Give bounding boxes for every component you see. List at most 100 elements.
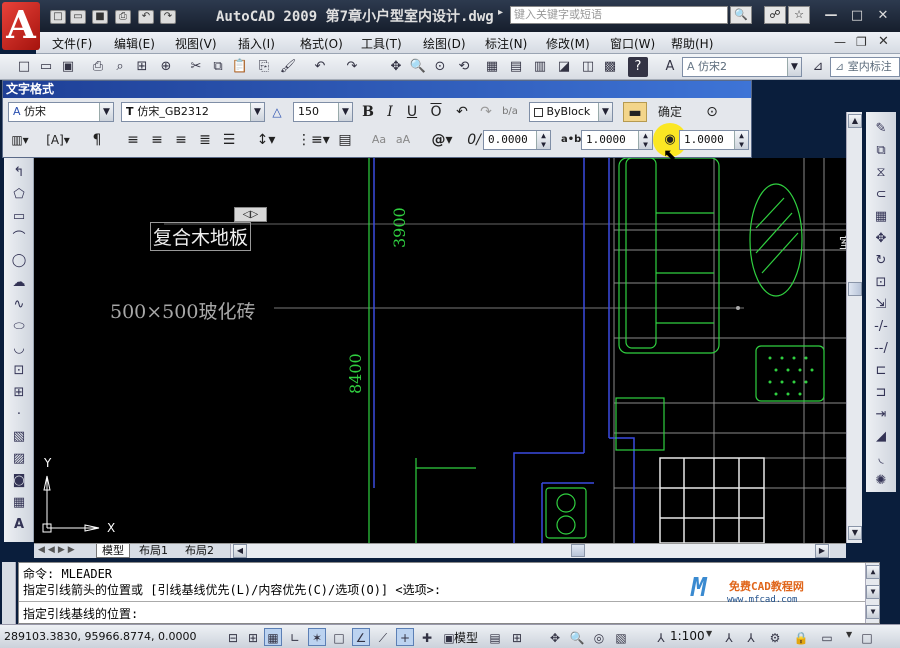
uppercase-icon[interactable]: Aa [369, 130, 389, 150]
ellipse-icon[interactable]: ⬭ [9, 318, 29, 336]
maximize-button[interactable]: □ [848, 8, 866, 24]
hatch-icon[interactable]: ▧ [9, 428, 29, 446]
text-style-icon[interactable]: A [660, 57, 680, 77]
underline-button[interactable]: U [403, 102, 421, 122]
coordinate-readout[interactable]: 289103.3830, 95966.8774, 0.0000 [4, 630, 196, 643]
align-left-icon[interactable]: ≡ [123, 130, 143, 150]
open-file-icon[interactable]: ▭ [36, 57, 56, 77]
new-icon[interactable]: □ [50, 10, 66, 24]
redo-icon[interactable]: ↷ [160, 10, 176, 24]
tab-nav-arrows-icon[interactable]: ◀◀▶▶ [38, 545, 78, 555]
scroll-down-arrow-icon[interactable]: ▼ [848, 526, 862, 540]
dim-style-icon[interactable]: ⊿ [808, 57, 828, 77]
make-block-icon[interactable]: ⊞ [9, 384, 29, 402]
scroll-left-arrow-icon[interactable]: ◀ [233, 544, 247, 558]
menu-window[interactable]: 窗口(W) [610, 35, 655, 52]
vertical-scrollbar[interactable]: ▲ ▼ [846, 112, 862, 543]
overline-button[interactable]: O [427, 102, 445, 122]
polyline-icon[interactable]: ↰ [9, 164, 29, 182]
insert-field-icon[interactable]: ▤ [335, 130, 355, 150]
menu-edit[interactable]: 编辑(E) [114, 35, 155, 52]
model-space-toggle[interactable]: 模型 [454, 629, 478, 646]
pan-icon[interactable]: ✥ [386, 57, 406, 77]
clean-screen-icon[interactable]: □ [858, 628, 876, 646]
match-properties-icon[interactable]: 🖌 [278, 57, 298, 77]
expand-arrow-icon[interactable]: ▸ [498, 7, 503, 18]
dyn-icon[interactable]: + [396, 628, 414, 646]
drawing-canvas[interactable]: ◁▷ 复合木地板 500×500玻化砖 3900 8400 Y X 室 [34, 158, 846, 543]
favorites-icon[interactable]: ☆ [788, 6, 810, 24]
break-icon[interactable]: ⊐ [871, 384, 891, 402]
ducs-icon[interactable]: ⟋ [374, 628, 392, 646]
workspace-icon[interactable]: ⚙ [766, 628, 784, 646]
redo-text-icon[interactable]: ↷ [477, 102, 495, 122]
undo-icon[interactable]: ↶ [310, 57, 330, 77]
rectangle-icon[interactable]: ▭ [9, 208, 29, 226]
symbol-icon[interactable]: @▾ [429, 130, 455, 150]
horizontal-scrollbar[interactable]: ◀ ▶ [230, 544, 830, 558]
trim-icon[interactable]: -/- [871, 318, 891, 336]
annotation-scale-value[interactable]: 1:100 [670, 629, 705, 643]
lowercase-icon[interactable]: aA [393, 130, 413, 150]
showmotion-icon[interactable]: ▧ [612, 628, 630, 646]
break-at-point-icon[interactable]: ⊏ [871, 362, 891, 380]
move-icon[interactable]: ✥ [871, 230, 891, 248]
paste-icon[interactable]: 📋 [230, 57, 250, 77]
command-scrollbar[interactable]: ▲ ▼ ▼ [865, 563, 880, 623]
calculator-icon[interactable]: ▩ [600, 57, 620, 77]
menu-tools[interactable]: 工具(T) [361, 35, 402, 52]
dim-style-select[interactable]: ⊿ 室内标注 [830, 57, 900, 77]
menu-draw[interactable]: 绘图(D) [423, 35, 466, 52]
zoom-window-icon[interactable]: ⊙ [430, 57, 450, 77]
tab-layout2[interactable]: 布局2 [180, 544, 219, 558]
lineweight-icon[interactable]: ✚ [418, 628, 436, 646]
minimize-button[interactable]: — [822, 8, 840, 24]
vertical-scroll-thumb[interactable] [848, 282, 862, 296]
scroll-up-arrow-icon[interactable]: ▲ [848, 114, 862, 128]
markup-icon[interactable]: ◫ [578, 57, 598, 77]
grid-icon[interactable]: ▦ [264, 628, 282, 646]
menu-format[interactable]: 格式(O) [300, 35, 343, 52]
fillet-icon[interactable]: ◟ [871, 450, 891, 468]
numbering-icon[interactable]: ⋮≡▾ [297, 130, 330, 150]
command-prompt[interactable]: 指定引线基线的位置: [23, 605, 138, 622]
zoom-realtime-icon[interactable]: 🔍 [408, 57, 428, 77]
help-icon[interactable]: ? [628, 57, 648, 77]
chamfer-icon[interactable]: ◢ [871, 428, 891, 446]
align-right-icon[interactable]: ≡ [171, 130, 191, 150]
copy-object-icon[interactable]: ⧉ [871, 142, 891, 160]
mirror-icon[interactable]: ⧖ [871, 164, 891, 182]
doc-close-button[interactable]: ✕ [878, 34, 889, 49]
qnew-icon[interactable]: □ [14, 57, 34, 77]
color-combo[interactable]: ByBlock ▼ [529, 102, 613, 122]
bold-button[interactable]: B [359, 102, 377, 122]
revcloud-icon[interactable]: ☁ [9, 274, 29, 292]
chevron-down-icon[interactable]: ▼ [706, 629, 712, 638]
mtext-editing-floor-label[interactable]: 复合木地板 [150, 222, 252, 251]
dwf-icon[interactable]: ⊕ [156, 57, 176, 77]
text-style-combo[interactable]: A 仿宋 ▼ [8, 102, 114, 122]
spinner-icon[interactable]: ▲ ▼ [638, 131, 652, 149]
ruler-icon[interactable]: ▬ [623, 102, 647, 122]
arc-icon[interactable]: ⌒ [9, 230, 29, 248]
design-center-icon[interactable]: ▤ [506, 57, 526, 77]
insert-block-icon[interactable]: ⊡ [9, 362, 29, 380]
save-icon[interactable]: ■ [92, 10, 108, 24]
steering-wheel-icon[interactable]: ◎ [590, 628, 608, 646]
table-icon[interactable]: ▦ [9, 494, 29, 512]
tool-palettes-icon[interactable]: ▥ [530, 57, 550, 77]
ok-button[interactable]: 确定 [653, 102, 687, 122]
distribute-icon[interactable]: ☰ [219, 130, 239, 150]
text-height-combo[interactable]: 150 ▼ [293, 102, 353, 122]
command-grip[interactable] [2, 562, 16, 624]
join-icon[interactable]: ⇥ [871, 406, 891, 424]
menu-file[interactable]: 文件(F) [52, 35, 92, 52]
ortho-icon[interactable]: ∟ [286, 628, 304, 646]
explode-icon[interactable]: ✺ [871, 472, 891, 490]
open-icon[interactable]: ▭ [70, 10, 86, 24]
paste-special-icon[interactable]: ⎘ [254, 57, 274, 77]
polygon-icon[interactable]: ⬠ [9, 186, 29, 204]
status-menu-arrow-icon[interactable]: ▼ [846, 630, 852, 639]
leader-grip-handle[interactable]: ◁▷ [234, 207, 267, 222]
italic-button[interactable]: I [381, 102, 399, 122]
